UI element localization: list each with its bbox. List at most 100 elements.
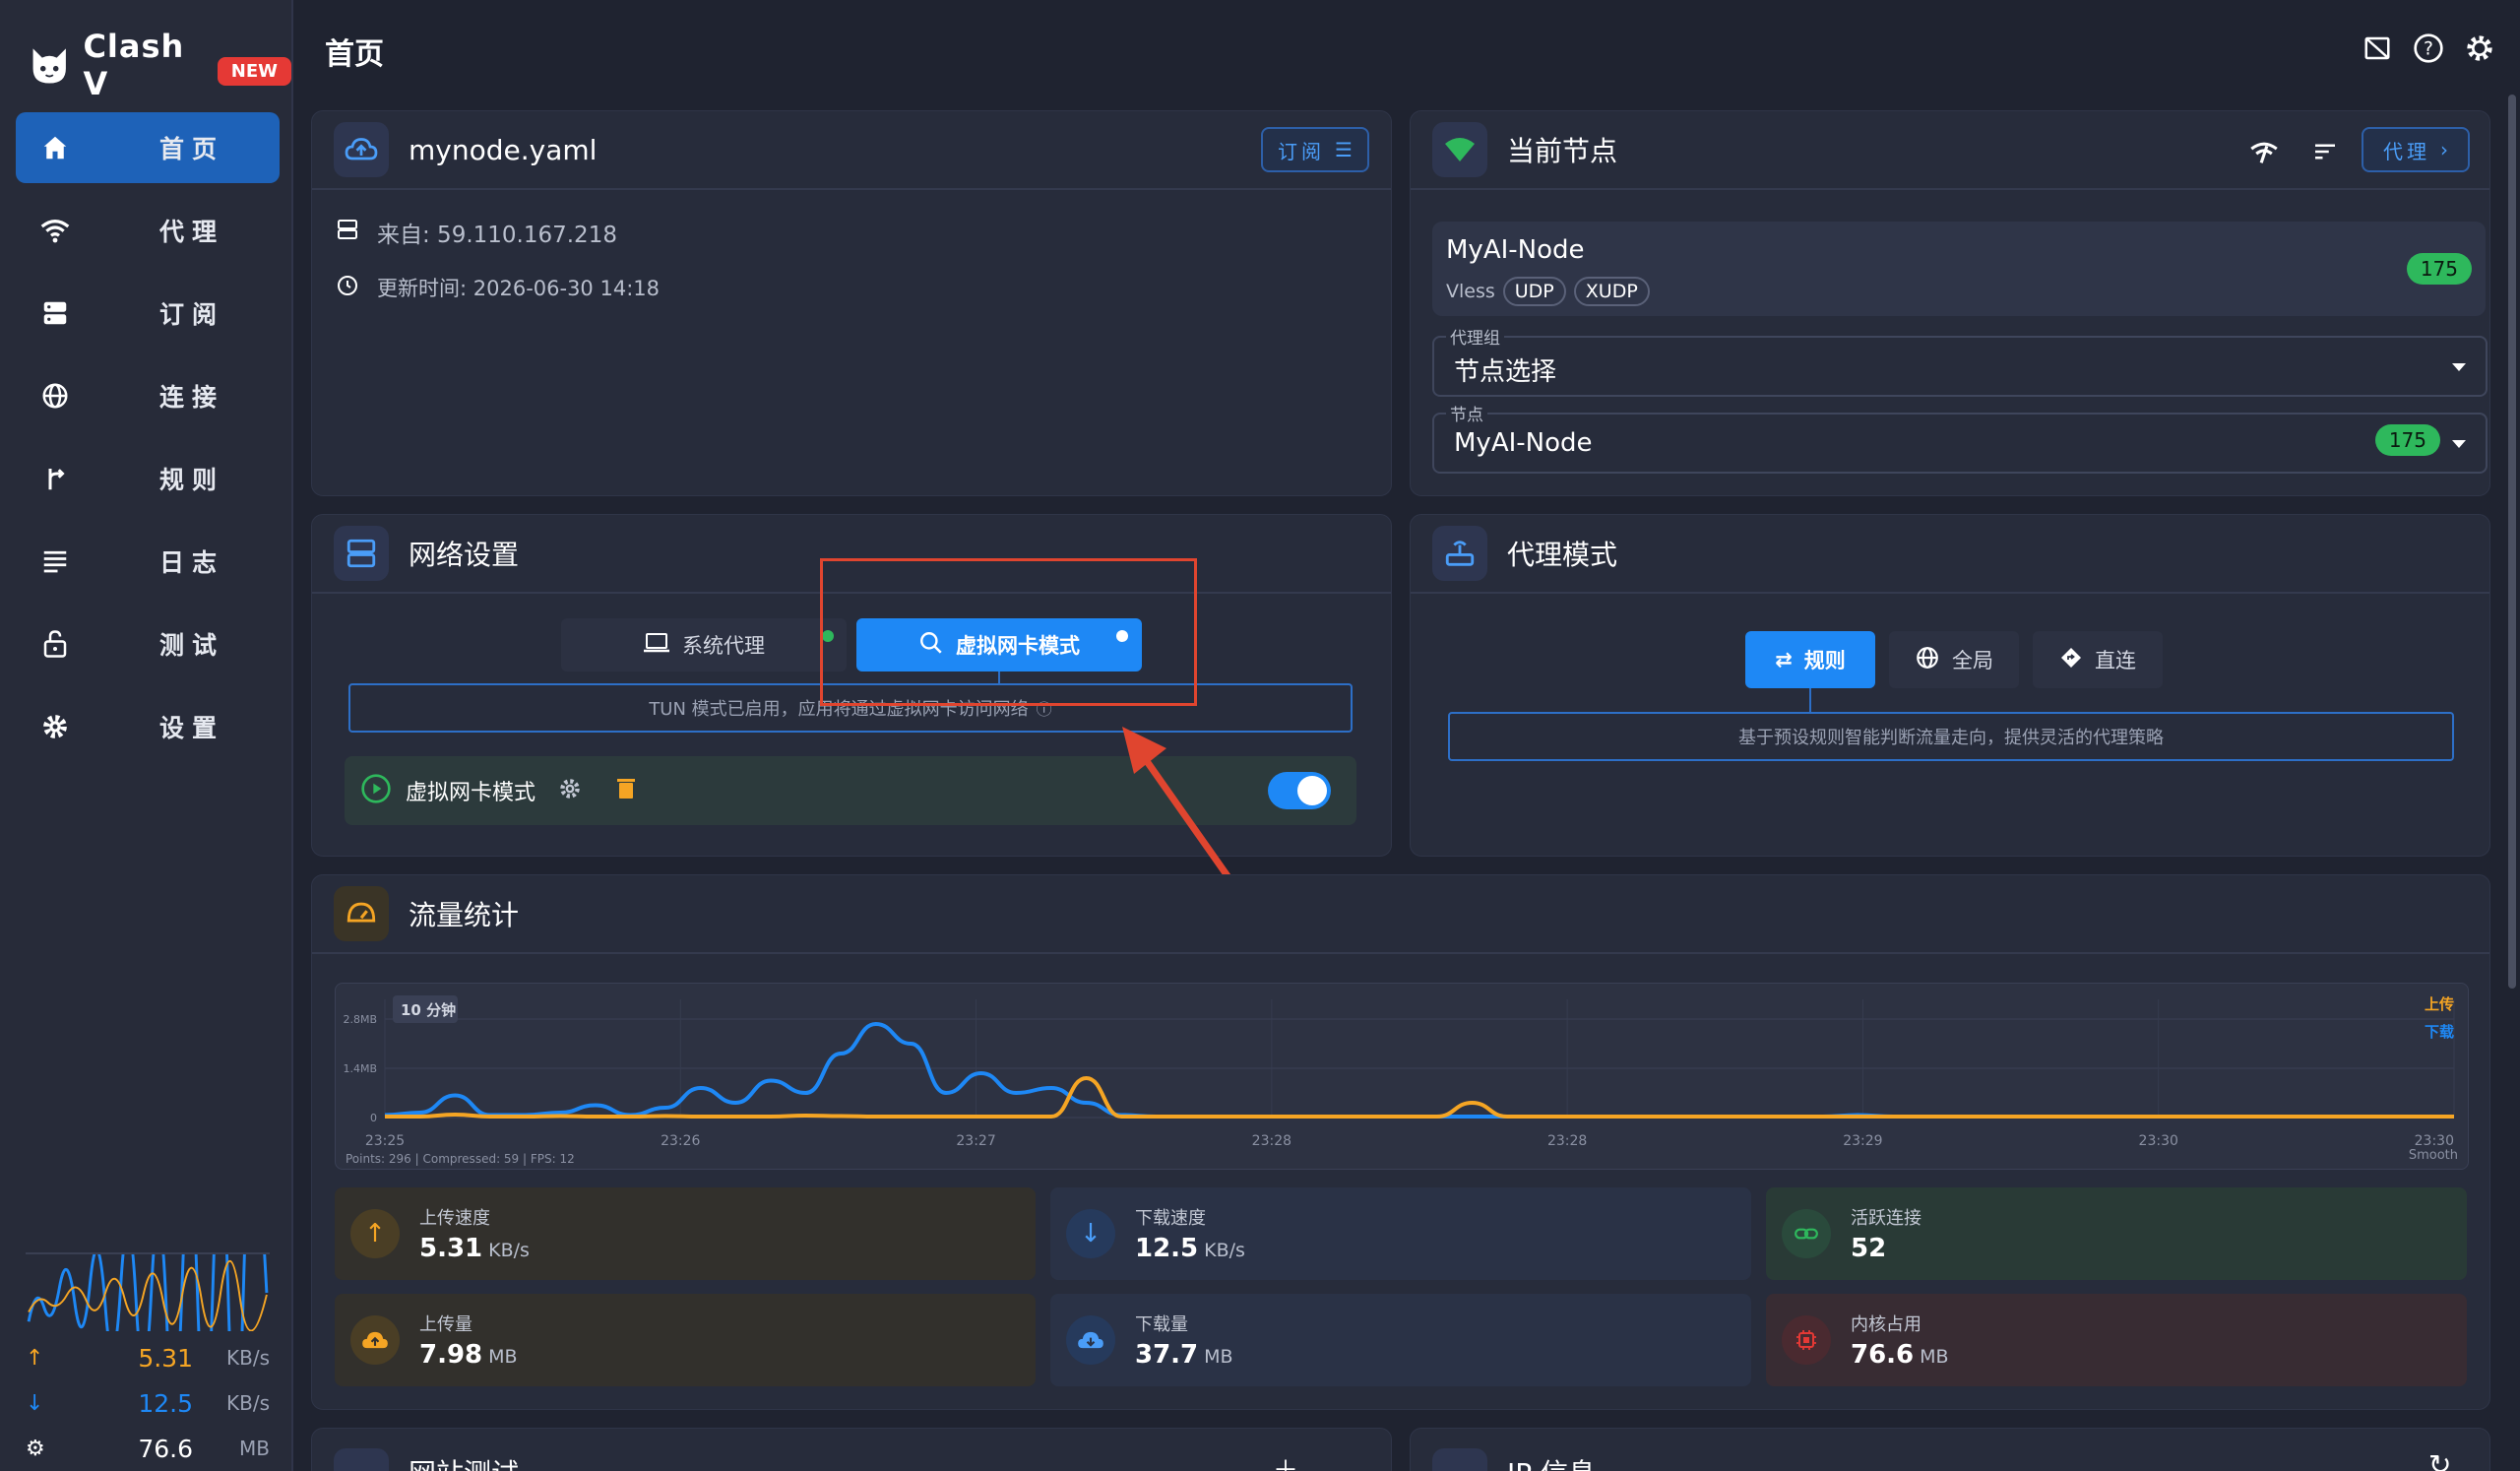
stat-value: 76.6	[1851, 1340, 1915, 1370]
mode-direct-label: 直连	[2095, 649, 2136, 672]
node-label: 节点	[1446, 401, 1487, 425]
current-node-title: 当前节点	[1507, 135, 1618, 167]
laptop-icon	[643, 632, 670, 659]
subscription-button[interactable]: 订阅 ☰	[1261, 127, 1369, 172]
y-tick-label: 0	[370, 1112, 377, 1124]
stat-label: 上传量	[419, 1314, 472, 1335]
mode-rule-button[interactable]: ⇄ 规则	[1745, 631, 1875, 688]
tun-settings-gear-icon[interactable]	[557, 776, 583, 805]
mode-direct-button[interactable]: 直连	[2033, 631, 2163, 688]
stat-label: 活跃连接	[1851, 1208, 1922, 1229]
arrow-up-icon: ↑	[26, 1345, 44, 1371]
profile-name: mynode.yaml	[409, 133, 598, 166]
mode-global-label: 全局	[1952, 649, 1993, 672]
node-select[interactable]: 节点 MyAI-Node 175	[1432, 401, 2488, 474]
link-icon	[1782, 1209, 1831, 1258]
sidebar-item-home[interactable]: 首页	[16, 112, 280, 183]
globe-icon	[1915, 645, 1940, 675]
proxy-group-select[interactable]: 代理组 节点选择	[1432, 324, 2488, 397]
latency-test-icon[interactable]	[2247, 135, 2281, 172]
traffic-chart: 2.8MB 1.4MB 0 23:25 23:26 23:27 23:28 23:28 23:…	[335, 983, 2469, 1170]
download-series-line	[384, 1021, 2454, 1119]
location-icon	[1432, 1448, 1487, 1471]
x-tick-label: 23:29	[1843, 1133, 1882, 1149]
sidebar-item-label: 代理	[159, 218, 225, 246]
upload-series-line	[385, 1075, 2454, 1119]
sidebar-nav: 首页 代理 订阅 连接 规则 日志 测试 设置	[16, 112, 280, 774]
refresh-clock-icon	[336, 274, 359, 302]
sidebar-item-label: 设置	[159, 714, 225, 742]
route-icon	[37, 461, 73, 496]
refresh-icon[interactable]: ↻	[2428, 1448, 2451, 1471]
proxy-button[interactable]: 代理 ›	[2362, 127, 2470, 172]
top-icons: ?	[2361, 32, 2496, 65]
stat-unit: MB	[488, 1346, 518, 1368]
play-circle-icon	[360, 773, 392, 808]
system-proxy-label: 系统代理	[682, 634, 765, 658]
sidebar-item-label: 连接	[159, 383, 225, 412]
sidebar-item-test[interactable]: 测试	[16, 608, 280, 679]
mode-global-button[interactable]: 全局	[1889, 631, 2019, 688]
wifi-signal-icon	[1432, 122, 1487, 177]
traffic-chart-svg: 2.8MB 1.4MB 0 23:25 23:26 23:27 23:28 23:28 23:…	[343, 995, 2458, 1166]
cloud-upload-icon	[350, 1315, 400, 1365]
stat-download-speed: ↓ 下载速度 12.5 KB/s	[1050, 1187, 1751, 1280]
stat-unit: KB/s	[488, 1240, 530, 1261]
stat-value: 52	[1851, 1234, 1887, 1263]
stat-upload-speed: ↑ 上传速度 5.31 KB/s	[335, 1187, 1036, 1280]
profile-card: mynode.yaml 订阅 ☰ 来自: 59.110.167.218 更新时间…	[311, 110, 1392, 496]
stat-value: 7.98	[419, 1340, 483, 1370]
y-tick-label: 1.4MB	[343, 1062, 377, 1075]
settings-gear-icon[interactable]	[2463, 32, 2496, 65]
mini-memory-value: 76.6	[138, 1434, 193, 1463]
profile-card-header: mynode.yaml	[312, 111, 1391, 190]
router-icon	[1432, 526, 1487, 581]
profile-source-text: 来自: 59.110.167.218	[377, 223, 617, 248]
mini-memory-row: ⚙ 76.6 MB	[26, 1426, 270, 1471]
sidebar-item-settings[interactable]: 设置	[16, 691, 280, 762]
chart-footer-stats: Points: 296 | Compressed: 59 | FPS: 12	[346, 1152, 575, 1166]
chevron-down-icon	[2452, 363, 2466, 371]
help-icon[interactable]: ?	[2412, 32, 2445, 65]
wifi-icon	[334, 1448, 389, 1471]
cat-logo-icon	[32, 48, 66, 84]
subscription-button-label: 订阅	[1278, 139, 1326, 163]
mode-hint: 基于预设规则智能判断流量走向，提供灵活的代理策略	[1448, 712, 2454, 761]
app-root: Clash V NEW 首页 代理 订阅 连接 规则 日志 测试 设置 ↑ 5.…	[0, 0, 2520, 1471]
sidebar-item-connections[interactable]: 连接	[16, 360, 280, 431]
proxy-button-label: 代理	[2383, 139, 2430, 163]
speedometer-icon	[334, 886, 389, 941]
add-icon[interactable]: ＋	[1273, 1450, 1298, 1471]
sidebar-item-rules[interactable]: 规则	[16, 443, 280, 514]
page-scrollbar[interactable]	[2508, 95, 2516, 989]
layout-icon[interactable]	[2361, 32, 2394, 65]
chart-range-label: 10 分钟	[401, 1001, 456, 1019]
sidebar-item-proxy[interactable]: 代理	[16, 195, 280, 266]
stat-upload-total: 上传量 7.98 MB	[335, 1294, 1036, 1386]
mini-download-row: ↓ 12.5 KB/s	[26, 1380, 270, 1426]
system-proxy-button[interactable]: 系统代理	[561, 618, 847, 672]
annotation-highlight-box	[820, 558, 1197, 706]
current-node-name: MyAI-Node	[1446, 235, 1585, 265]
proxy-mode-card: 代理模式 ⇄ 规则 全局 直连 基于预设规则智能判断流量走向，提供灵活的代理策略	[1410, 514, 2490, 857]
proxy-mode-header: 代理模式	[1411, 515, 2489, 594]
top-bar: 首页 ?	[295, 0, 2520, 98]
ip-info-title: IP 信息	[1507, 1452, 1596, 1471]
node-tag: UDP	[1502, 277, 1566, 306]
mini-upload-value: 5.31	[138, 1343, 193, 1373]
toggle-knob	[1297, 776, 1327, 805]
trash-icon[interactable]	[616, 777, 636, 804]
sidebar-item-logs[interactable]: 日志	[16, 526, 280, 597]
sidebar-item-subscription[interactable]: 订阅	[16, 278, 280, 349]
tun-mode-toggle[interactable]	[1268, 772, 1331, 809]
current-node-box[interactable]: MyAI-Node Vless UDP XUDP 175	[1432, 222, 2486, 316]
sort-icon[interactable]	[2310, 137, 2340, 170]
mode-hint-text: 基于预设规则智能判断流量走向，提供灵活的代理策略	[1738, 728, 2164, 748]
mini-upload-row: ↑ 5.31 KB/s	[26, 1335, 270, 1380]
stat-label: 上传速度	[419, 1208, 490, 1229]
node-select-latency: 175	[2374, 424, 2440, 456]
network-settings-title: 网络设置	[409, 539, 520, 571]
sidebar-item-label: 规则	[159, 466, 225, 494]
stat-download-total: 下载量 37.7 MB	[1050, 1294, 1751, 1386]
arrow-down-icon: ↓	[26, 1390, 44, 1416]
